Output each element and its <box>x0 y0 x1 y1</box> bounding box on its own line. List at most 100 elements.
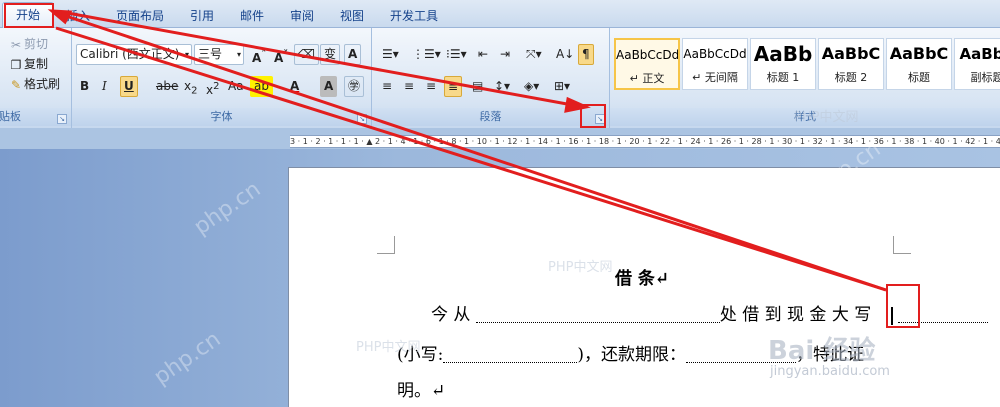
strikethrough-button[interactable]: abe <box>152 76 182 97</box>
style-name: 标题 <box>908 71 930 84</box>
highlight-home-tab <box>4 3 54 28</box>
highlight-icon[interactable]: ab <box>250 76 273 97</box>
blank-field <box>686 349 797 363</box>
decrease-indent-icon[interactable]: ⇤ <box>474 44 492 65</box>
font-dialog-launcher-icon[interactable]: ↘ <box>357 114 367 124</box>
horizontal-ruler[interactable]: 3 · 1 · 2 · 1 · 1 · 1 · ▲ 2 · 1 · 4 · 1 … <box>290 135 1000 148</box>
tab-references[interactable]: 引用 <box>190 7 214 24</box>
font-size-value: 三号 <box>198 47 223 61</box>
align-right-icon[interactable]: ≡ <box>422 76 440 97</box>
doc-text: )，还款期限： <box>577 345 687 365</box>
scissors-icon: ✂ <box>10 37 22 52</box>
style-normal[interactable]: AaBbCcDd ↵ 正文 <box>614 38 680 90</box>
clipboard-label-text: 剪贴板 <box>0 110 21 123</box>
tab-insert[interactable]: 插入 <box>66 7 90 24</box>
style-name: 标题 1 <box>766 71 800 84</box>
document-line-2: (小写: )，还款期限： ，特此证 <box>397 340 864 365</box>
sort-icon[interactable]: A↓ <box>552 44 578 65</box>
style-no-spacing[interactable]: AaBbCcDd ↵ 无间隔 <box>682 38 748 90</box>
align-left-icon[interactable]: ≡ <box>378 76 396 97</box>
increase-indent-icon[interactable]: ⇥ <box>496 44 514 65</box>
borders-icon[interactable]: ⊞▾ <box>550 76 574 97</box>
styles-group: AaBbCcDd ↵ 正文 AaBbCcDd ↵ 无间隔 AaBb 标题 1 AaBb… <box>610 28 1000 128</box>
blank-field <box>475 309 720 323</box>
style-title[interactable]: AaBbC 标题 <box>886 38 952 90</box>
style-name: 标题 2 <box>834 71 868 84</box>
font-name-dropdown[interactable]: Calibri (西文正文) ▾ <box>76 44 192 65</box>
style-subtitle[interactable]: AaBbC 副标题 <box>954 38 1000 90</box>
multilevel-list-icon[interactable]: ⁝☰▾ <box>442 44 471 65</box>
copy-button[interactable]: ❐ 复制 <box>4 54 52 75</box>
format-painter-button[interactable]: ✎ 格式刷 <box>4 74 64 95</box>
highlight-cursor <box>886 284 920 328</box>
superscript-button[interactable]: x2 <box>202 76 223 97</box>
font-color-icon[interactable]: A <box>286 76 303 97</box>
tab-mailings[interactable]: 邮件 <box>240 7 264 24</box>
blank-field <box>443 349 578 363</box>
subscript-button[interactable]: x2 <box>180 76 201 97</box>
bold-button[interactable]: B <box>76 76 93 97</box>
brush-icon: ✎ <box>10 77 22 92</box>
paragraph-group-label: 段落 <box>372 108 609 126</box>
shading-icon[interactable]: ◈▾ <box>520 76 543 97</box>
clipboard-dialog-launcher-icon[interactable]: ↘ <box>57 114 67 124</box>
doc-text: 处 借 到 现 金 大 写 <box>719 305 872 325</box>
phonetic-guide-icon[interactable]: 变 <box>320 44 341 65</box>
highlight-paragraph-launcher <box>580 104 606 128</box>
copy-icon: ❐ <box>10 57 22 72</box>
bullets-icon[interactable]: ☰▾ <box>378 44 403 65</box>
doc-text: 今 从 <box>431 305 471 325</box>
font-group: Calibri (西文正文) ▾ 三号 ▾ A˄ A˅ ⌫ 变 A B I U ab… <box>72 28 372 128</box>
style-preview: AaBbC <box>959 45 1000 63</box>
document-line-3: 明。↵ <box>397 381 446 401</box>
line-spacing-icon[interactable]: ↕▾ <box>490 76 514 97</box>
align-center-icon[interactable]: ≡ <box>400 76 418 97</box>
style-preview: AaBbCcDd <box>616 48 678 62</box>
ribbon-tab-bar: 开始 插入 页面布局 引用 邮件 审阅 视图 开发工具 <box>0 0 1000 28</box>
numbering-icon[interactable]: ⋮☰▾ <box>408 44 445 65</box>
style-preview: AaBbC <box>821 44 881 63</box>
justify-icon[interactable]: ≣ <box>444 76 463 97</box>
style-preview: AaBbCcDd <box>683 47 747 61</box>
tab-review[interactable]: 审阅 <box>290 7 314 24</box>
cut-label: 剪切 <box>24 37 49 51</box>
grow-font-button[interactable]: A˄ <box>248 44 270 65</box>
underline-button[interactable]: U <box>120 76 138 97</box>
distributed-icon[interactable]: ▤ <box>468 76 487 97</box>
style-preview: AaBbC <box>889 44 949 63</box>
style-heading-2[interactable]: AaBbC 标题 2 <box>818 38 884 90</box>
ribbon: ✂剪切 ❐复制 ✎格式刷 剪贴板 ↘ Calibri (西文正文) ▾ 三号 ▾ A… <box>0 28 1000 128</box>
tab-view[interactable]: 视图 <box>340 7 364 24</box>
chinese-layout-icon[interactable]: ⤧▾ <box>522 44 546 65</box>
margin-corner-mark <box>377 236 395 254</box>
change-case-button[interactable]: Aa <box>224 76 248 97</box>
enclose-char-icon[interactable]: ㊫ <box>344 76 365 97</box>
char-shading-icon[interactable]: A <box>320 76 338 97</box>
style-name: ↵ 正文 <box>629 72 665 85</box>
cut-button[interactable]: ✂ 剪切 <box>4 34 52 55</box>
copy-label: 复制 <box>24 57 49 71</box>
styles-group-label: 样式 <box>610 108 1000 126</box>
font-size-dropdown[interactable]: 三号 ▾ <box>194 44 244 65</box>
ruler-scale: 3 · 1 · 2 · 1 · 1 · 1 · ▲ 2 · 1 · 4 · 1 … <box>290 137 1000 146</box>
style-preview: AaBb <box>753 42 813 66</box>
doc-text: (小写: <box>397 345 444 365</box>
chevron-down-icon: ▾ <box>184 50 189 59</box>
char-border-icon[interactable]: A <box>344 44 362 65</box>
clear-format-icon[interactable]: ⌫ <box>294 44 319 65</box>
clipboard-group: ✂剪切 ❐复制 ✎格式刷 剪贴板 ↘ <box>0 28 72 128</box>
italic-button[interactable]: I <box>98 76 111 97</box>
font-group-label: 字体 <box>72 108 371 126</box>
style-name: ↵ 无间隔 <box>692 71 738 84</box>
format-painter-label: 格式刷 <box>24 77 61 91</box>
show-marks-icon[interactable]: ¶ <box>578 44 594 65</box>
chevron-down-icon: ▾ <box>236 50 241 59</box>
tab-page-layout[interactable]: 页面布局 <box>116 7 164 24</box>
style-name: 副标题 <box>970 71 1000 84</box>
tab-developer[interactable]: 开发工具 <box>390 7 438 24</box>
paragraph-group: ☰▾ ⋮☰▾ ⁝☰▾ ⇤ ⇥ ⤧▾ A↓ ¶ ≡ ≡ ≡ ≣ ▤ ↕▾ ◈▾ ⊞… <box>372 28 610 128</box>
shrink-font-button[interactable]: A˅ <box>270 44 292 65</box>
style-heading-1[interactable]: AaBb 标题 1 <box>750 38 816 90</box>
document-title: 借 条↵ <box>615 269 670 289</box>
doc-text: ，特此证 <box>796 345 865 365</box>
